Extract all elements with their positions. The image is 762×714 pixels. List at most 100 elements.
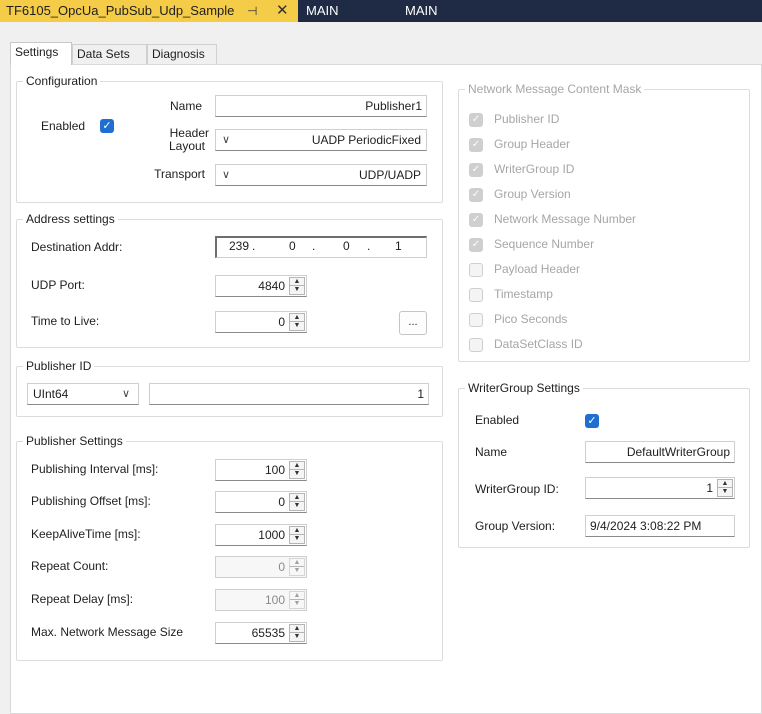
repeat-count-value: 0 <box>278 560 285 574</box>
mask-checkbox: ✓ <box>469 213 483 227</box>
more-options-button[interactable]: ... <box>399 311 427 335</box>
wg-version-field[interactable]: 9/4/2024 3:08:22 PM <box>585 515 735 537</box>
udp-port-stepper[interactable]: 4840 ▲ ▼ <box>215 275 307 297</box>
mask-checkbox: ✓ <box>469 138 483 152</box>
publisher-id-group: Publisher ID UInt64 ∨ 1 <box>16 359 443 417</box>
header-label-line2: Layout <box>168 139 205 153</box>
publishing-interval-stepper[interactable]: 100 ▲ ▼ <box>215 459 307 481</box>
keepalive-label: KeepAliveTime [ms]: <box>31 527 141 541</box>
spin-down-icon[interactable]: ▼ <box>290 535 304 543</box>
close-icon[interactable]: ✕ <box>276 0 289 22</box>
spin-buttons[interactable]: ▲ ▼ <box>289 461 305 479</box>
mask-checkbox: ✓ <box>469 113 483 127</box>
spin-up-icon[interactable]: ▲ <box>290 278 304 286</box>
ttl-label: Time to Live: <box>31 314 100 328</box>
spin-buttons[interactable]: ▲ ▼ <box>289 526 305 544</box>
repeat-delay-label: Repeat Delay [ms]: <box>31 592 134 606</box>
tab-settings[interactable]: Settings <box>10 42 72 65</box>
publisher-id-type-select[interactable]: UInt64 ∨ <box>27 383 139 405</box>
spin-down-icon[interactable]: ▼ <box>290 502 304 510</box>
mask-item-label: Pico Seconds <box>494 312 568 326</box>
spin-down-icon[interactable]: ▼ <box>718 488 732 496</box>
spin-up-icon[interactable]: ▲ <box>290 462 304 470</box>
spin-buttons[interactable]: ▲ ▼ <box>289 493 305 511</box>
destination-ip-input[interactable]: 239 . 0 . 0 . 1 <box>215 236 427 258</box>
ip-octet-2: 0 <box>289 239 296 253</box>
ip-dot: . <box>252 239 256 253</box>
header-layout-value: UADP PeriodicFixed <box>311 133 421 147</box>
spin-up-icon[interactable]: ▲ <box>290 314 304 322</box>
pin-icon[interactable]: ⊣ <box>247 0 257 22</box>
spin-buttons[interactable]: ▲ ▼ <box>289 277 305 295</box>
spin-down-icon[interactable]: ▼ <box>290 286 304 294</box>
publisher-settings-legend: Publisher Settings <box>23 434 126 448</box>
mask-checkbox: ✓ <box>469 163 483 177</box>
spin-up-icon: ▲ <box>290 559 304 567</box>
ip-dot: . <box>367 239 371 253</box>
spin-up-icon[interactable]: ▲ <box>718 480 732 488</box>
doc-tab-active[interactable]: TF6105_OpcUa_PubSub_Udp_Sample ⊣ ✕ <box>0 0 298 22</box>
spin-down-icon: ▼ <box>293 567 301 574</box>
ttl-value: 0 <box>278 315 285 329</box>
spin-buttons[interactable]: ▲ ▼ <box>289 624 305 642</box>
header-layout-select[interactable]: ∨ UADP PeriodicFixed <box>215 129 427 151</box>
repeat-delay-stepper: 100 ▲ ▼ <box>215 589 307 611</box>
ip-octet-3: 0 <box>343 239 350 253</box>
keepalive-stepper[interactable]: 1000 ▲ ▼ <box>215 524 307 546</box>
publisher-settings-group: Publisher Settings Publishing Interval [… <box>16 434 443 661</box>
address-settings-legend: Address settings <box>23 212 118 226</box>
spin-up-icon[interactable]: ▲ <box>290 625 304 633</box>
udp-port-value: 4840 <box>258 279 285 293</box>
destination-addr-label: Destination Addr: <box>31 240 123 254</box>
address-settings-group: Address settings Destination Addr: 239 .… <box>16 212 443 348</box>
mask-item-label: DataSetClass ID <box>494 337 583 351</box>
wg-enabled-label: Enabled <box>475 413 520 427</box>
ip-dot: . <box>312 239 316 253</box>
wg-id-stepper[interactable]: 1 ▲ ▼ <box>585 477 735 499</box>
spin-buttons[interactable]: ▲ ▼ <box>717 479 733 497</box>
mask-checkbox <box>469 338 483 352</box>
configuration-group: Configuration Enabled ✓ Name Publisher1 … <box>16 74 443 203</box>
publisher-id-legend: Publisher ID <box>23 359 95 373</box>
tab-diagnosis[interactable]: Diagnosis <box>147 44 217 64</box>
chevron-down-icon: ∨ <box>121 388 130 400</box>
transport-select[interactable]: ∨ UDP/UADP <box>215 164 427 186</box>
settings-panel: Configuration Enabled ✓ Name Publisher1 … <box>10 64 762 714</box>
tab-diagnosis-label: Diagnosis <box>152 47 205 61</box>
mask-item-label: Group Version <box>494 187 571 201</box>
publishing-offset-stepper[interactable]: 0 ▲ ▼ <box>215 491 307 513</box>
publisher-name-field[interactable]: Publisher1 <box>215 95 427 117</box>
enabled-label: Enabled <box>41 119 86 133</box>
mask-checkbox <box>469 313 483 327</box>
wg-name-field[interactable]: DefaultWriterGroup <box>585 441 735 463</box>
keepalive-value: 1000 <box>258 528 285 542</box>
max-message-size-stepper[interactable]: 65535 ▲ ▼ <box>215 622 307 644</box>
enabled-checkbox[interactable]: ✓ <box>100 119 114 133</box>
publishing-interval-label: Publishing Interval [ms]: <box>31 462 159 476</box>
udp-port-label: UDP Port: <box>31 278 85 292</box>
chevron-down-icon: ∨ <box>222 134 231 146</box>
doc-tab-main-2[interactable]: MAIN <box>399 0 444 22</box>
spin-down-icon[interactable]: ▼ <box>290 633 304 641</box>
tab-data-sets[interactable]: Data Sets <box>72 44 147 64</box>
repeat-count-label: Repeat Count: <box>31 559 109 573</box>
wg-id-value: 1 <box>706 481 713 495</box>
mask-item-label: Group Header <box>494 137 571 151</box>
tab-settings-label: Settings <box>15 45 59 59</box>
spin-up-icon[interactable]: ▲ <box>290 494 304 502</box>
spin-down-icon[interactable]: ▼ <box>290 470 304 478</box>
mask-item-label: Publisher ID <box>494 112 560 126</box>
doc-tab-title: TF6105_OpcUa_PubSub_Udp_Sample <box>6 3 235 18</box>
doc-tab-main-1[interactable]: MAIN <box>300 0 345 22</box>
wg-enabled-checkbox[interactable]: ✓ <box>585 414 599 428</box>
spin-buttons[interactable]: ▲ ▼ <box>289 313 305 331</box>
wg-version-label: Group Version: <box>475 519 556 533</box>
spin-down-icon[interactable]: ▼ <box>290 322 304 330</box>
spin-up-icon: ▲ <box>290 592 304 600</box>
ip-octet-1: 239 <box>229 239 250 253</box>
max-message-size-label: Max. Network Message Size <box>31 625 184 639</box>
spin-buttons: ▲ ▼ <box>289 558 305 576</box>
ttl-stepper[interactable]: 0 ▲ ▼ <box>215 311 307 333</box>
spin-up-icon[interactable]: ▲ <box>290 527 304 535</box>
publisher-id-value-field[interactable]: 1 <box>149 383 429 405</box>
